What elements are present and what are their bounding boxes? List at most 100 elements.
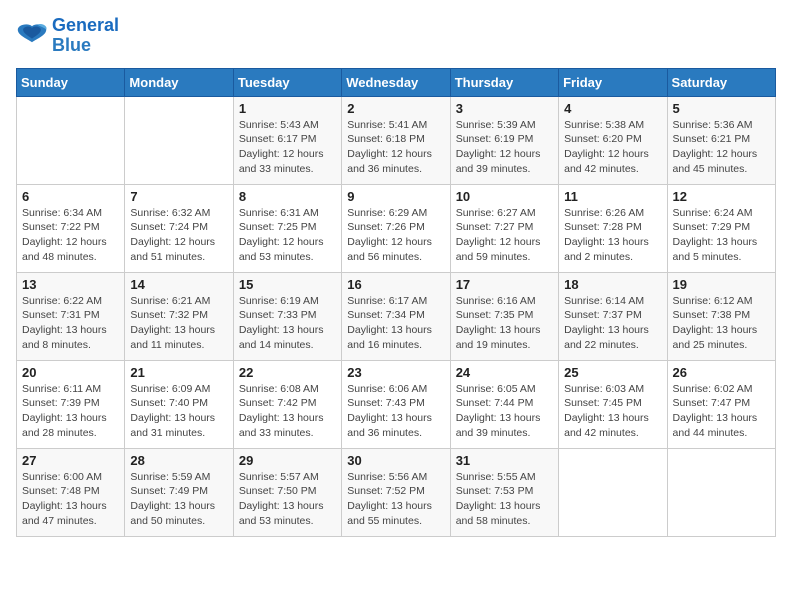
day-number: 28 (130, 453, 227, 468)
day-number: 17 (456, 277, 553, 292)
calendar-cell: 21 Sunrise: 6:09 AMSunset: 7:40 PMDayligh… (125, 360, 233, 448)
calendar-cell: 26 Sunrise: 6:02 AMSunset: 7:47 PMDayligh… (667, 360, 775, 448)
day-number: 15 (239, 277, 336, 292)
day-number: 11 (564, 189, 661, 204)
day-info: Sunrise: 6:17 AMSunset: 7:34 PMDaylight:… (347, 294, 444, 353)
day-info: Sunrise: 6:11 AMSunset: 7:39 PMDaylight:… (22, 382, 119, 441)
day-info: Sunrise: 6:02 AMSunset: 7:47 PMDaylight:… (673, 382, 770, 441)
calendar-cell (667, 448, 775, 536)
calendar-cell: 7 Sunrise: 6:32 AMSunset: 7:24 PMDaylight… (125, 184, 233, 272)
page-header: General Blue (16, 16, 776, 56)
calendar-cell: 29Sunrise: 5:57 AMSunset: 7:50 PMDayligh… (233, 448, 341, 536)
day-header-saturday: Saturday (667, 68, 775, 96)
calendar-cell: 17 Sunrise: 6:16 AMSunset: 7:35 PMDayligh… (450, 272, 558, 360)
day-header-wednesday: Wednesday (342, 68, 450, 96)
calendar-cell: 30 Sunrise: 5:56 AMSunset: 7:52 PMDayligh… (342, 448, 450, 536)
day-number: 6 (22, 189, 119, 204)
day-info: Sunrise: 6:00 AMSunset: 7:48 PMDaylight:… (22, 470, 119, 529)
day-info: Sunrise: 6:24 AMSunset: 7:29 PMDaylight:… (673, 206, 770, 265)
calendar-cell: 20 Sunrise: 6:11 AMSunset: 7:39 PMDayligh… (17, 360, 125, 448)
logo: General Blue (16, 16, 119, 56)
day-info: Sunrise: 5:36 AMSunset: 6:21 PMDaylight:… (673, 118, 770, 177)
day-number: 26 (673, 365, 770, 380)
calendar-cell: 19Sunrise: 6:12 AMSunset: 7:38 PMDayligh… (667, 272, 775, 360)
calendar-cell: 3 Sunrise: 5:39 AMSunset: 6:19 PMDaylight… (450, 96, 558, 184)
day-number: 1 (239, 101, 336, 116)
day-number: 9 (347, 189, 444, 204)
day-info: Sunrise: 6:03 AMSunset: 7:45 PMDaylight:… (564, 382, 661, 441)
day-info: Sunrise: 5:59 AMSunset: 7:49 PMDaylight:… (130, 470, 227, 529)
day-info: Sunrise: 6:26 AMSunset: 7:28 PMDaylight:… (564, 206, 661, 265)
day-info: Sunrise: 6:08 AMSunset: 7:42 PMDaylight:… (239, 382, 336, 441)
day-info: Sunrise: 5:56 AMSunset: 7:52 PMDaylight:… (347, 470, 444, 529)
day-number: 3 (456, 101, 553, 116)
calendar-cell: 27 Sunrise: 6:00 AMSunset: 7:48 PMDayligh… (17, 448, 125, 536)
calendar-cell: 5 Sunrise: 5:36 AMSunset: 6:21 PMDaylight… (667, 96, 775, 184)
day-number: 27 (22, 453, 119, 468)
day-info: Sunrise: 6:09 AMSunset: 7:40 PMDaylight:… (130, 382, 227, 441)
calendar-cell: 1 Sunrise: 5:43 AMSunset: 6:17 PMDaylight… (233, 96, 341, 184)
day-info: Sunrise: 5:39 AMSunset: 6:19 PMDaylight:… (456, 118, 553, 177)
calendar-cell: 10Sunrise: 6:27 AMSunset: 7:27 PMDayligh… (450, 184, 558, 272)
day-number: 25 (564, 365, 661, 380)
day-number: 5 (673, 101, 770, 116)
logo-text: General Blue (52, 16, 119, 56)
day-number: 14 (130, 277, 227, 292)
day-info: Sunrise: 5:41 AMSunset: 6:18 PMDaylight:… (347, 118, 444, 177)
calendar-cell: 8Sunrise: 6:31 AMSunset: 7:25 PMDaylight… (233, 184, 341, 272)
day-info: Sunrise: 6:19 AMSunset: 7:33 PMDaylight:… (239, 294, 336, 353)
day-number: 30 (347, 453, 444, 468)
week-row-5: 27 Sunrise: 6:00 AMSunset: 7:48 PMDayligh… (17, 448, 776, 536)
day-info: Sunrise: 6:32 AMSunset: 7:24 PMDaylight:… (130, 206, 227, 265)
calendar-cell: 18Sunrise: 6:14 AMSunset: 7:37 PMDayligh… (559, 272, 667, 360)
day-info: Sunrise: 6:29 AMSunset: 7:26 PMDaylight:… (347, 206, 444, 265)
calendar-cell: 14 Sunrise: 6:21 AMSunset: 7:32 PMDayligh… (125, 272, 233, 360)
calendar-cell: 6 Sunrise: 6:34 AMSunset: 7:22 PMDaylight… (17, 184, 125, 272)
calendar-cell: 24 Sunrise: 6:05 AMSunset: 7:44 PMDayligh… (450, 360, 558, 448)
day-header-sunday: Sunday (17, 68, 125, 96)
logo-icon (16, 22, 48, 50)
day-number: 24 (456, 365, 553, 380)
calendar-cell: 2 Sunrise: 5:41 AMSunset: 6:18 PMDaylight… (342, 96, 450, 184)
day-number: 2 (347, 101, 444, 116)
day-number: 12 (673, 189, 770, 204)
calendar-table: SundayMondayTuesdayWednesdayThursdayFrid… (16, 68, 776, 537)
day-info: Sunrise: 5:38 AMSunset: 6:20 PMDaylight:… (564, 118, 661, 177)
day-info: Sunrise: 6:27 AMSunset: 7:27 PMDaylight:… (456, 206, 553, 265)
day-number: 20 (22, 365, 119, 380)
week-row-1: 1 Sunrise: 5:43 AMSunset: 6:17 PMDaylight… (17, 96, 776, 184)
week-row-2: 6 Sunrise: 6:34 AMSunset: 7:22 PMDaylight… (17, 184, 776, 272)
calendar-cell: 15 Sunrise: 6:19 AMSunset: 7:33 PMDayligh… (233, 272, 341, 360)
day-info: Sunrise: 6:21 AMSunset: 7:32 PMDaylight:… (130, 294, 227, 353)
day-header-monday: Monday (125, 68, 233, 96)
day-number: 21 (130, 365, 227, 380)
day-info: Sunrise: 5:43 AMSunset: 6:17 PMDaylight:… (239, 118, 336, 177)
week-row-4: 20 Sunrise: 6:11 AMSunset: 7:39 PMDayligh… (17, 360, 776, 448)
calendar-cell: 23Sunrise: 6:06 AMSunset: 7:43 PMDayligh… (342, 360, 450, 448)
day-info: Sunrise: 5:57 AMSunset: 7:50 PMDaylight:… (239, 470, 336, 529)
day-info: Sunrise: 6:22 AMSunset: 7:31 PMDaylight:… (22, 294, 119, 353)
calendar-cell: 28 Sunrise: 5:59 AMSunset: 7:49 PMDayligh… (125, 448, 233, 536)
day-number: 4 (564, 101, 661, 116)
calendar-cell: 16 Sunrise: 6:17 AMSunset: 7:34 PMDayligh… (342, 272, 450, 360)
day-info: Sunrise: 6:16 AMSunset: 7:35 PMDaylight:… (456, 294, 553, 353)
day-header-thursday: Thursday (450, 68, 558, 96)
calendar-cell: 11 Sunrise: 6:26 AMSunset: 7:28 PMDayligh… (559, 184, 667, 272)
calendar-cell: 9 Sunrise: 6:29 AMSunset: 7:26 PMDaylight… (342, 184, 450, 272)
day-info: Sunrise: 5:55 AMSunset: 7:53 PMDaylight:… (456, 470, 553, 529)
calendar-cell (125, 96, 233, 184)
day-info: Sunrise: 6:05 AMSunset: 7:44 PMDaylight:… (456, 382, 553, 441)
day-number: 18 (564, 277, 661, 292)
day-number: 22 (239, 365, 336, 380)
day-number: 8 (239, 189, 336, 204)
day-number: 31 (456, 453, 553, 468)
day-number: 16 (347, 277, 444, 292)
calendar-cell: 4 Sunrise: 5:38 AMSunset: 6:20 PMDaylight… (559, 96, 667, 184)
calendar-cell: 13Sunrise: 6:22 AMSunset: 7:31 PMDayligh… (17, 272, 125, 360)
calendar-cell (559, 448, 667, 536)
calendar-cell: 22 Sunrise: 6:08 AMSunset: 7:42 PMDayligh… (233, 360, 341, 448)
calendar-cell: 31 Sunrise: 5:55 AMSunset: 7:53 PMDayligh… (450, 448, 558, 536)
day-header-tuesday: Tuesday (233, 68, 341, 96)
day-number: 7 (130, 189, 227, 204)
day-info: Sunrise: 6:34 AMSunset: 7:22 PMDaylight:… (22, 206, 119, 265)
